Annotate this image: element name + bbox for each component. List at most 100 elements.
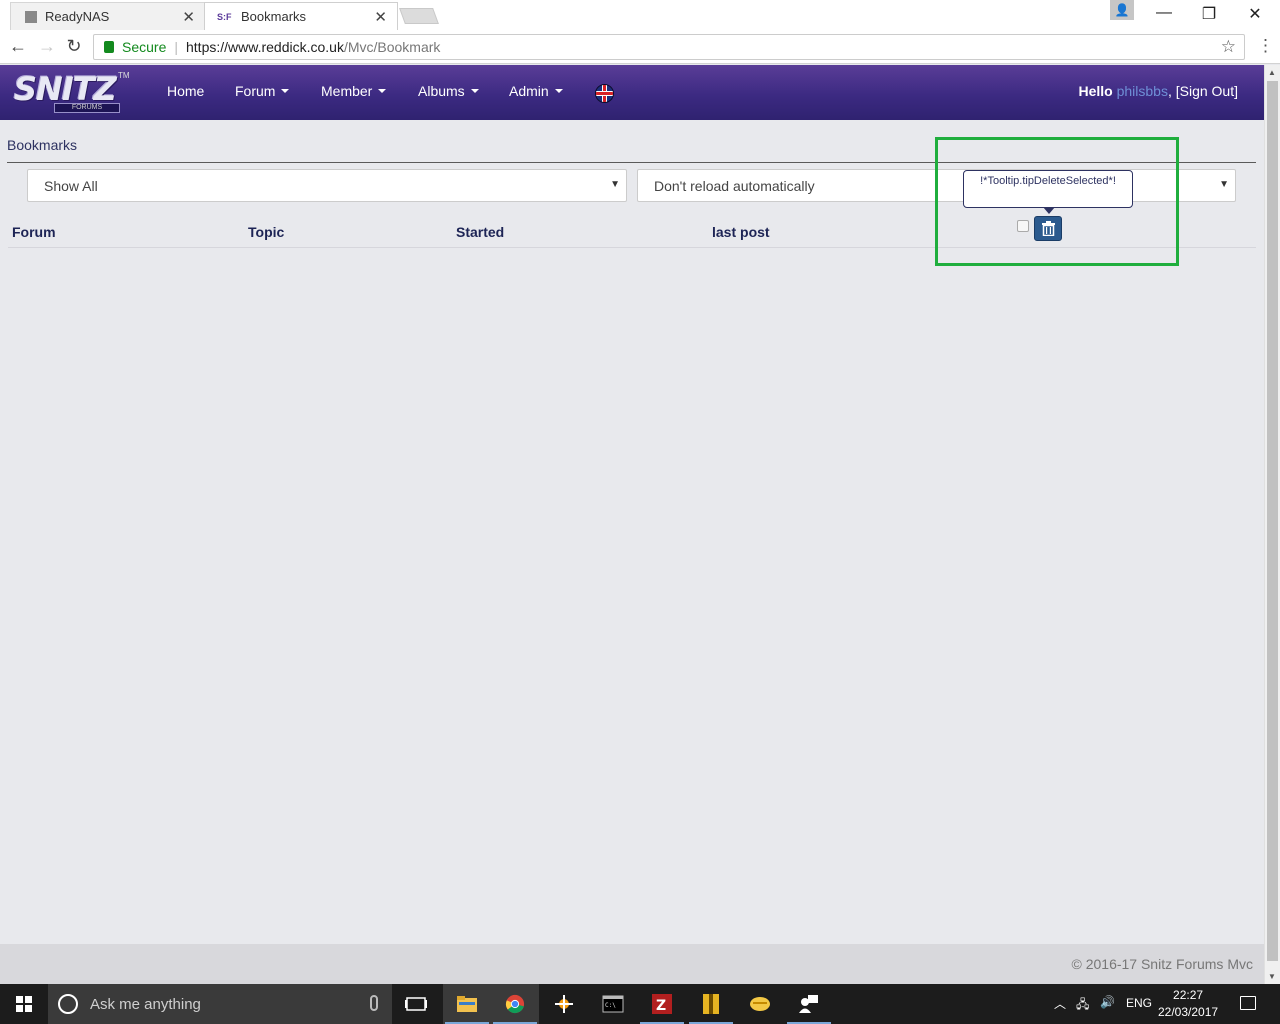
cortana-icon	[58, 994, 78, 1014]
tab-title: ReadyNAS	[45, 9, 110, 24]
cortana-search-box[interactable]: Ask me anything	[48, 984, 392, 1024]
nav-member[interactable]: Member	[321, 83, 387, 99]
tool-app-icon	[555, 995, 573, 1013]
nav-forum[interactable]: Forum	[235, 83, 290, 99]
window-close-icon[interactable]: ✕	[1243, 4, 1267, 24]
column-header-topic[interactable]: Topic	[248, 224, 284, 240]
page-icon	[25, 10, 37, 23]
app-button[interactable]	[540, 984, 588, 1024]
network-icon[interactable]: 🖧	[1076, 995, 1089, 1016]
nav-albums-label: Albums	[418, 83, 465, 99]
note-app-button[interactable]	[736, 984, 784, 1024]
column-header-last-post[interactable]: last post	[712, 224, 770, 240]
address-separator: |	[174, 39, 178, 55]
caret-down-icon	[554, 89, 563, 93]
greeting-label: Hello	[1078, 83, 1113, 99]
sign-out-link[interactable]: , [Sign Out]	[1168, 83, 1238, 99]
address-bar[interactable]: Secure | https://www.reddick.co.uk/Mvc/B…	[93, 34, 1245, 60]
tab-bookmarks[interactable]: S:F Bookmarks ✕	[204, 2, 398, 30]
new-tab-button[interactable]	[399, 8, 439, 24]
profile-icon[interactable]: 👤	[1110, 0, 1134, 20]
address-toolbar: ← → ↻ Secure | https://www.reddick.co.uk…	[0, 30, 1280, 64]
nav-admin-label: Admin	[509, 83, 549, 99]
snitz-favicon-icon: S:F	[217, 11, 232, 22]
nav-albums[interactable]: Albums	[418, 83, 479, 99]
scroll-thumb[interactable]	[1267, 81, 1278, 961]
person-icon	[799, 995, 818, 1013]
close-icon[interactable]: ✕	[374, 8, 387, 26]
tab-readynas[interactable]: ReadyNAS ✕	[10, 2, 206, 30]
url-path: /Mvc/Bookmark	[343, 39, 441, 55]
clock-date: 22/03/2017	[1158, 1005, 1219, 1019]
uk-flag-icon[interactable]	[595, 84, 614, 103]
user-greeting: Hello philsbbs, [Sign Out]	[1078, 83, 1238, 99]
scroll-down-icon[interactable]: ▼	[1268, 972, 1276, 981]
username-link[interactable]: philsbbs	[1117, 83, 1168, 99]
language-indicator[interactable]: ENG	[1126, 996, 1152, 1010]
main-content: Bookmarks Show All ▼ Don't reload automa…	[0, 120, 1264, 944]
star-icon[interactable]: ☆	[1221, 37, 1236, 57]
caret-down-icon	[378, 89, 387, 93]
secure-label: Secure	[122, 39, 167, 55]
tab-title: Bookmarks	[241, 9, 307, 24]
column-header-forum[interactable]: Forum	[12, 224, 56, 240]
chrome-icon	[505, 994, 525, 1014]
scroll-up-icon[interactable]: ▲	[1268, 68, 1276, 77]
windows-taskbar: Ask me anything C:\ Z ︿ 🖧 🔊 ENG 22:27 22…	[0, 984, 1280, 1024]
search-placeholder: Ask me anything	[90, 995, 201, 1013]
snitz-logo[interactable]: SNITZ FORUMS TM	[14, 70, 130, 113]
reload-select-value: Don't reload automatically	[654, 177, 815, 194]
user-app-button[interactable]	[785, 984, 833, 1024]
microphone-icon[interactable]	[370, 995, 378, 1011]
filter-select-value: Show All	[44, 177, 98, 194]
svg-text:Z: Z	[656, 998, 666, 1014]
caret-down-icon	[470, 89, 479, 93]
system-clock[interactable]: 22:27 22/03/2017	[1158, 987, 1218, 1021]
caret-down-icon	[281, 89, 290, 93]
terminal-icon: C:\	[602, 995, 624, 1013]
file-explorer-button[interactable]	[443, 984, 491, 1024]
dropdown-arrow-icon: ▼	[610, 179, 620, 190]
highlight-annotation-box	[935, 137, 1179, 266]
chrome-button[interactable]	[491, 984, 539, 1024]
volume-icon[interactable]: 🔊	[1100, 995, 1115, 1009]
minimize-icon[interactable]: —	[1152, 4, 1176, 22]
filezilla-button[interactable]: Z	[638, 984, 686, 1024]
clock-time: 22:27	[1173, 988, 1204, 1002]
chevron-up-icon[interactable]: ︿	[1054, 995, 1066, 1012]
close-icon[interactable]: ✕	[182, 8, 195, 26]
notification-icon[interactable]	[1240, 996, 1256, 1010]
logo-trademark: TM	[118, 71, 130, 80]
filter-select[interactable]: Show All ▼	[27, 169, 627, 202]
copyright-text: © 2016-17 Snitz Forums Mvc	[1071, 956, 1254, 972]
url-host: https://www.reddick.co.uk	[186, 39, 344, 55]
logo-subtitle: FORUMS	[54, 103, 120, 113]
task-view-button[interactable]	[392, 984, 440, 1024]
dropdown-arrow-icon: ▼	[1219, 179, 1229, 190]
browser-tab-bar: ReadyNAS ✕ S:F Bookmarks ✕ 👤 — ❐ ✕	[0, 0, 1280, 30]
command-prompt-button[interactable]: C:\	[589, 984, 637, 1024]
archive-app-button[interactable]	[687, 984, 735, 1024]
reload-icon[interactable]: ↻	[63, 36, 85, 57]
filezilla-icon: Z	[652, 994, 672, 1014]
task-view-icon	[405, 997, 427, 1011]
site-footer: © 2016-17 Snitz Forums Mvc	[0, 944, 1264, 984]
start-button[interactable]	[0, 984, 48, 1024]
site-header: SNITZ FORUMS TM Home Forum Member Albums…	[0, 65, 1264, 120]
nav-admin[interactable]: Admin	[509, 83, 563, 99]
restore-icon[interactable]: ❐	[1197, 4, 1221, 24]
column-header-started[interactable]: Started	[456, 224, 504, 240]
more-menu-icon[interactable]: ⋮	[1257, 36, 1274, 56]
nav-forum-label: Forum	[235, 83, 276, 99]
archive-icon	[703, 994, 719, 1014]
folder-icon	[457, 996, 477, 1012]
nav-home-label: Home	[167, 83, 205, 99]
windows-logo-icon	[16, 996, 32, 1012]
nav-member-label: Member	[321, 83, 373, 99]
vertical-scrollbar[interactable]: ▲ ▼	[1264, 65, 1280, 984]
back-icon[interactable]: ←	[7, 36, 29, 57]
page-title: Bookmarks	[7, 137, 78, 153]
lock-icon	[104, 41, 114, 53]
nav-home[interactable]: Home	[167, 83, 204, 99]
forward-icon[interactable]: →	[36, 36, 58, 57]
